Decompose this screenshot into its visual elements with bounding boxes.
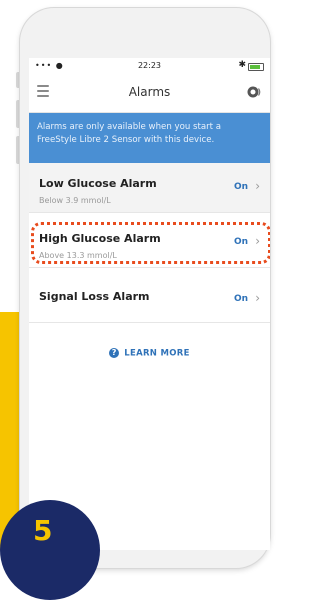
- alarm-row-signal-loss[interactable]: Signal Loss Alarm On ›: [29, 273, 270, 323]
- alarm-threshold: Below 3.9 mmol/L: [39, 196, 111, 205]
- page-title: Alarms: [128, 85, 171, 99]
- nav-bar: Alarms: [29, 76, 270, 113]
- chevron-right-icon: ›: [255, 234, 260, 248]
- chevron-right-icon: ›: [255, 179, 260, 193]
- bluetooth-icon: ✱: [238, 60, 246, 70]
- step-number: 5: [33, 514, 53, 547]
- battery-icon: [248, 63, 264, 71]
- learn-more-label: LEARN MORE: [124, 348, 190, 359]
- alarm-status: On: [233, 237, 248, 247]
- alarm-status: On: [233, 294, 248, 304]
- learn-more-link[interactable]: ? LEARN MORE: [29, 348, 270, 359]
- alarm-title: Signal Loss Alarm: [39, 290, 150, 303]
- alarm-status: On: [233, 182, 248, 192]
- alarm-title: High Glucose Alarm: [39, 232, 161, 245]
- app-screen: ••• ● 22:23 ✱ Alarms Alarms are only ava…: [29, 58, 270, 550]
- alarm-row-low-glucose[interactable]: Low Glucose Alarm Below 3.9 mmol/L On ›: [29, 163, 270, 213]
- alarm-row-high-glucose[interactable]: High Glucose Alarm Above 13.3 mmol/L On …: [29, 218, 270, 268]
- status-bar: ••• ● 22:23 ✱: [29, 58, 270, 74]
- alarm-title: Low Glucose Alarm: [39, 177, 157, 190]
- sensor-icon[interactable]: [246, 84, 262, 100]
- status-time: 22:23: [137, 61, 162, 70]
- alarm-threshold: Above 13.3 mmol/L: [39, 251, 117, 260]
- chevron-right-icon: ›: [255, 291, 260, 305]
- info-banner: Alarms are only available when you start…: [29, 113, 270, 163]
- question-icon: ?: [109, 348, 120, 358]
